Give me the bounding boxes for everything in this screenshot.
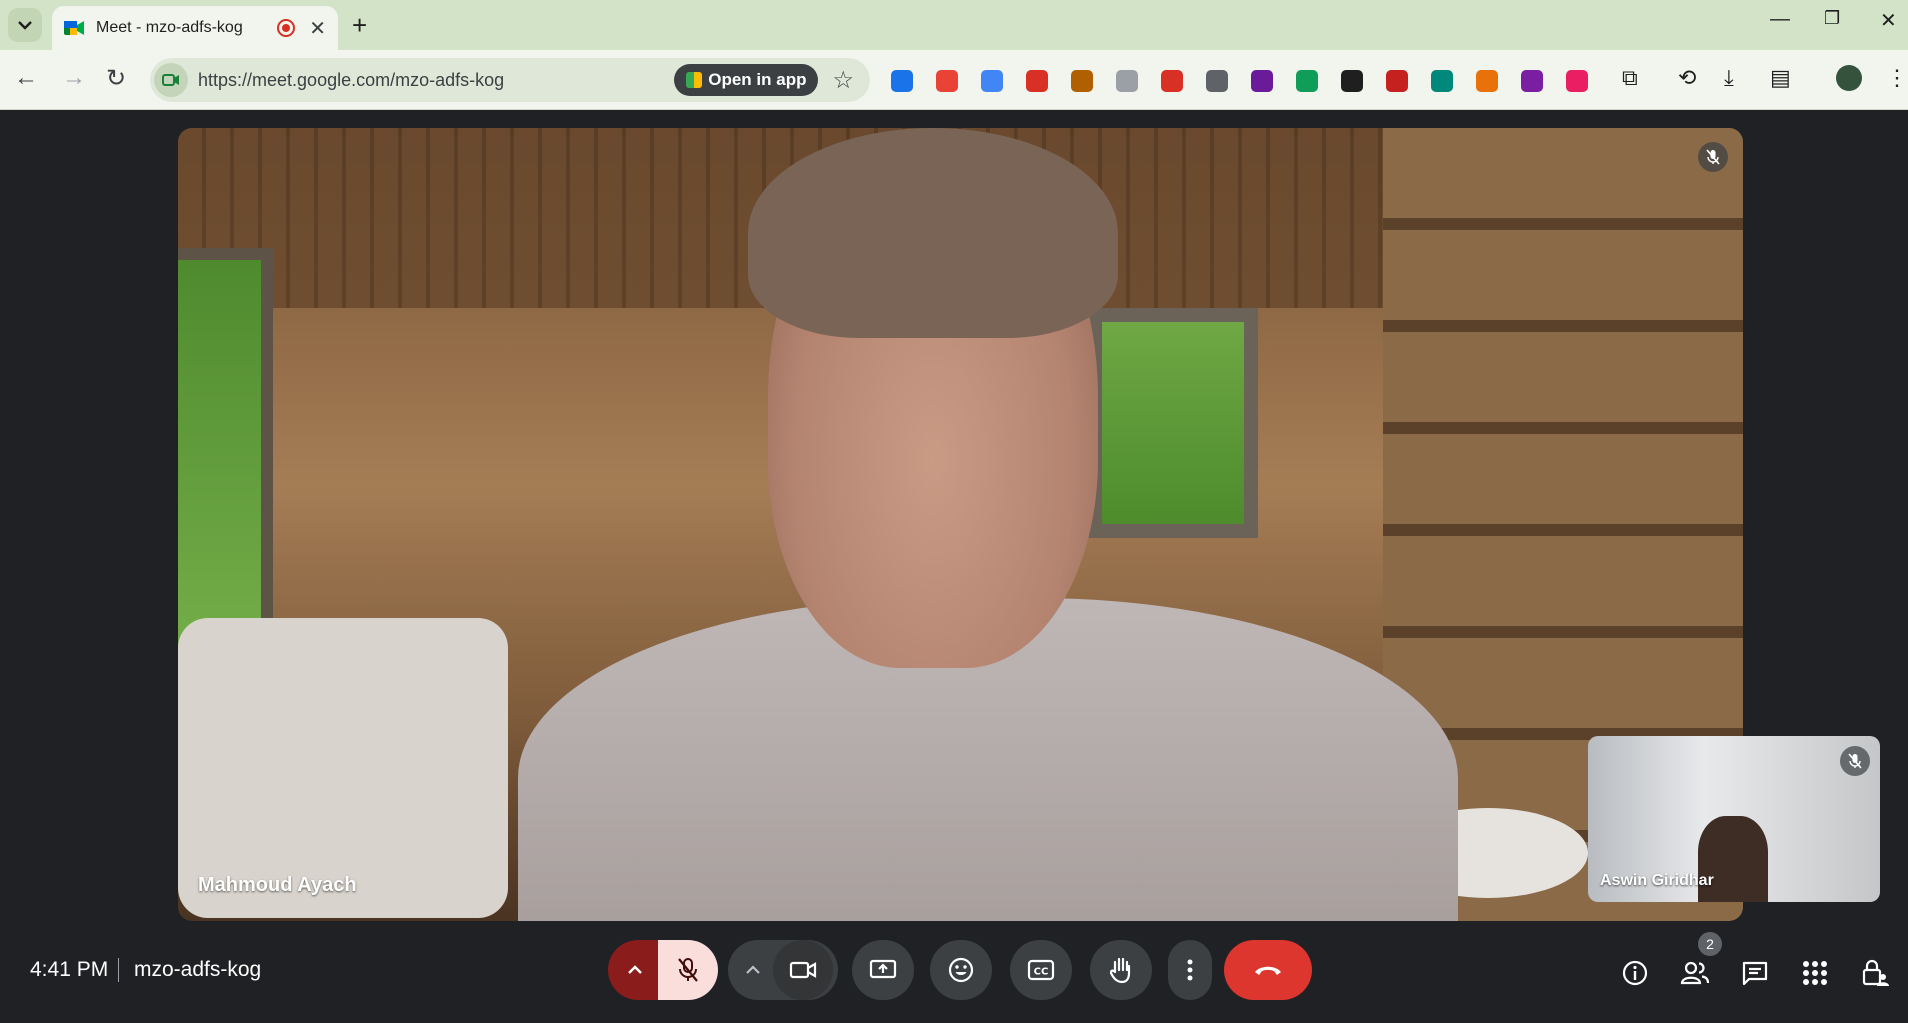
muted-mic-icon <box>1698 142 1728 172</box>
extensions-puzzle-icon[interactable]: ⧉ <box>1622 65 1638 91</box>
menu-kebab-icon[interactable]: ⋮ <box>1886 65 1908 91</box>
muted-mic-icon <box>1840 746 1870 776</box>
raise-hand-button[interactable] <box>1090 940 1152 1000</box>
main-participant-name: Mahmoud Ayach <box>198 874 357 896</box>
close-tab-icon[interactable]: ✕ <box>309 16 326 41</box>
apps-grid-icon <box>1803 961 1827 985</box>
minimize-icon[interactable]: — <box>1770 8 1790 31</box>
reload-icon[interactable]: ↻ <box>106 64 126 93</box>
forward-icon[interactable]: → <box>62 64 86 92</box>
bookmark-star-icon[interactable]: ☆ <box>832 66 854 95</box>
audio-options-button[interactable] <box>608 940 662 1000</box>
captions-icon: CC <box>1027 959 1055 981</box>
people-button[interactable] <box>1680 958 1710 988</box>
history-icon[interactable]: ⟲ <box>1678 65 1696 91</box>
open-in-app-button[interactable]: Open in app <box>674 64 819 96</box>
emoji-icon <box>948 957 974 983</box>
chevron-up-icon <box>628 965 642 974</box>
extension-icon[interactable] <box>1566 70 1588 92</box>
self-participant-name: Aswin Giridhar <box>1600 872 1714 889</box>
extension-icon[interactable] <box>981 70 1003 92</box>
site-info-icon[interactable] <box>154 63 188 97</box>
extension-icon[interactable] <box>936 70 958 92</box>
extension-icon[interactable] <box>1206 70 1228 92</box>
chat-icon <box>1742 961 1768 986</box>
download-icon[interactable]: ⤓ <box>1724 65 1734 91</box>
side-panel-icon[interactable]: ▤ <box>1770 65 1791 91</box>
open-in-app-label: Open in app <box>708 70 807 89</box>
camera-toggle-button[interactable] <box>773 940 833 1000</box>
more-vert-icon <box>1187 959 1193 981</box>
back-icon[interactable]: ← <box>14 64 38 92</box>
captions-button[interactable]: CC <box>1010 940 1072 1000</box>
profile-avatar[interactable] <box>1836 65 1862 91</box>
extension-icon[interactable] <box>891 70 913 92</box>
chat-button[interactable] <box>1740 958 1770 988</box>
lock-person-icon <box>1862 959 1889 986</box>
camera-group <box>728 940 838 1000</box>
extension-icon[interactable] <box>1431 70 1453 92</box>
browser-toolbar: ← → ↻ https://meet.google.com/mzo-adfs-k… <box>0 50 1908 110</box>
tab-search-button[interactable] <box>8 8 42 42</box>
extension-icon[interactable] <box>1116 70 1138 92</box>
extension-icon[interactable] <box>1296 70 1318 92</box>
self-view-tile[interactable]: Aswin Giridhar <box>1588 736 1880 902</box>
microphone-toggle-button[interactable] <box>658 940 718 1000</box>
more-options-button[interactable] <box>1168 940 1212 1000</box>
present-screen-button[interactable] <box>852 940 914 1000</box>
extension-icon[interactable] <box>1386 70 1408 92</box>
extension-icon[interactable] <box>1251 70 1273 92</box>
video-options-button[interactable] <box>733 965 773 975</box>
extension-icon[interactable] <box>1071 70 1093 92</box>
restore-icon[interactable]: ❐ <box>1824 8 1840 29</box>
close-window-icon[interactable]: ✕ <box>1880 8 1897 33</box>
active-tab[interactable]: Meet - mzo-adfs-kog ✕ <box>52 6 338 50</box>
meeting-controls-bar: 4:41 PM mzo-adfs-kog CC <box>0 930 1908 1010</box>
host-controls-button[interactable] <box>1860 958 1890 988</box>
participant-video <box>478 128 1538 921</box>
recording-icon <box>277 19 296 37</box>
camera-icon <box>789 961 817 979</box>
info-icon <box>1622 960 1648 986</box>
chevron-down-icon <box>18 21 32 30</box>
divider <box>118 958 119 982</box>
url-text[interactable]: https://meet.google.com/mzo-adfs-kog <box>198 70 674 91</box>
meet-favicon-icon <box>64 21 84 35</box>
present-screen-icon <box>869 959 897 979</box>
meeting-details-button[interactable] <box>1620 958 1650 988</box>
tab-strip: Meet - mzo-adfs-kog ✕ + — ❐ ✕ <box>0 0 1908 50</box>
svg-text:CC: CC <box>1034 967 1049 978</box>
address-bar[interactable]: https://meet.google.com/mzo-adfs-kog Ope… <box>150 58 870 102</box>
extension-icon[interactable] <box>1341 70 1363 92</box>
extension-icon[interactable] <box>1026 70 1048 92</box>
people-icon <box>1680 961 1710 985</box>
reactions-button[interactable] <box>930 940 992 1000</box>
mic-off-icon <box>678 958 698 982</box>
raise-hand-icon <box>1109 957 1131 984</box>
meeting-clock: 4:41 PM <box>30 958 109 981</box>
meet-app-icon <box>686 72 703 88</box>
end-call-icon <box>1255 966 1281 975</box>
main-video-tile[interactable]: Mahmoud Ayach <box>178 128 1743 921</box>
participant-hair <box>748 128 1118 338</box>
video-background-chair <box>178 618 508 918</box>
extension-icon[interactable] <box>1161 70 1183 92</box>
extension-icon[interactable] <box>1521 70 1543 92</box>
chevron-up-icon <box>746 965 760 974</box>
tab-title: Meet - mzo-adfs-kog <box>96 19 243 36</box>
extension-icon[interactable] <box>1476 70 1498 92</box>
meeting-code: mzo-adfs-kog <box>134 958 262 981</box>
new-tab-button[interactable]: + <box>352 10 367 41</box>
activities-button[interactable] <box>1800 958 1830 988</box>
participant-count-badge: 2 <box>1698 932 1722 956</box>
leave-call-button[interactable] <box>1224 940 1312 1000</box>
